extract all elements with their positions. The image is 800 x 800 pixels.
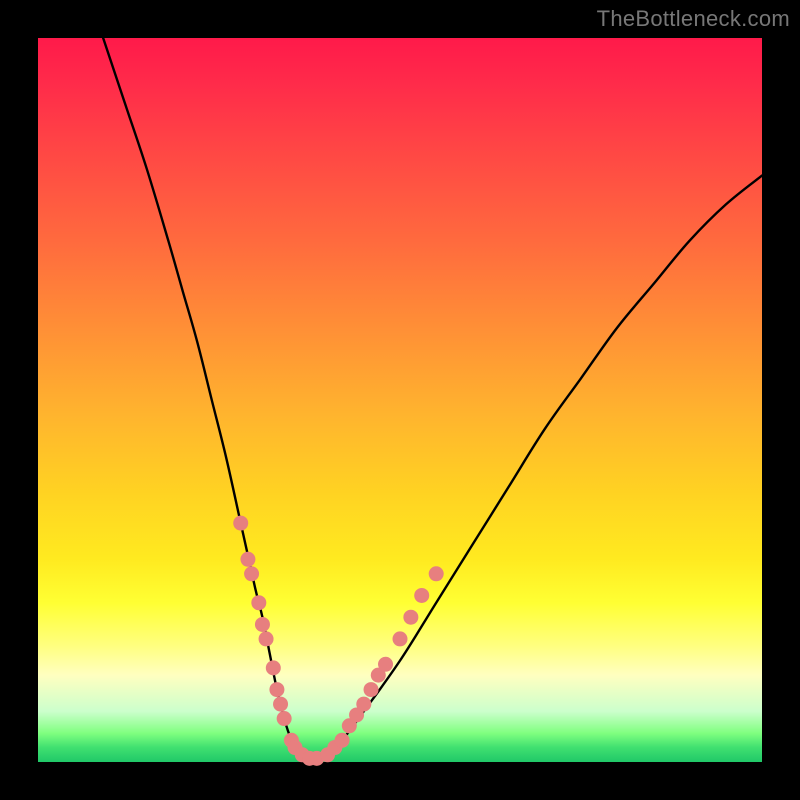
marker-dot xyxy=(266,660,281,675)
marker-dot xyxy=(356,697,371,712)
marker-dot xyxy=(273,697,288,712)
marker-dot xyxy=(244,566,259,581)
watermark-text: TheBottleneck.com xyxy=(597,6,790,32)
chart-frame: TheBottleneck.com xyxy=(0,0,800,800)
marker-dot xyxy=(429,566,444,581)
marker-dot xyxy=(240,552,255,567)
curve-svg xyxy=(38,38,762,762)
marker-dot xyxy=(277,711,292,726)
marker-dot xyxy=(259,631,274,646)
marker-dot xyxy=(255,617,270,632)
plot-area xyxy=(38,38,762,762)
marker-dot xyxy=(335,733,350,748)
marker-dot xyxy=(269,682,284,697)
marker-dot xyxy=(403,610,418,625)
marker-dot xyxy=(378,657,393,672)
marker-dot xyxy=(393,631,408,646)
marker-dot xyxy=(233,516,248,531)
marker-dot xyxy=(414,588,429,603)
marker-dot xyxy=(251,595,266,610)
marker-dot xyxy=(364,682,379,697)
bottleneck-curve xyxy=(103,38,762,759)
